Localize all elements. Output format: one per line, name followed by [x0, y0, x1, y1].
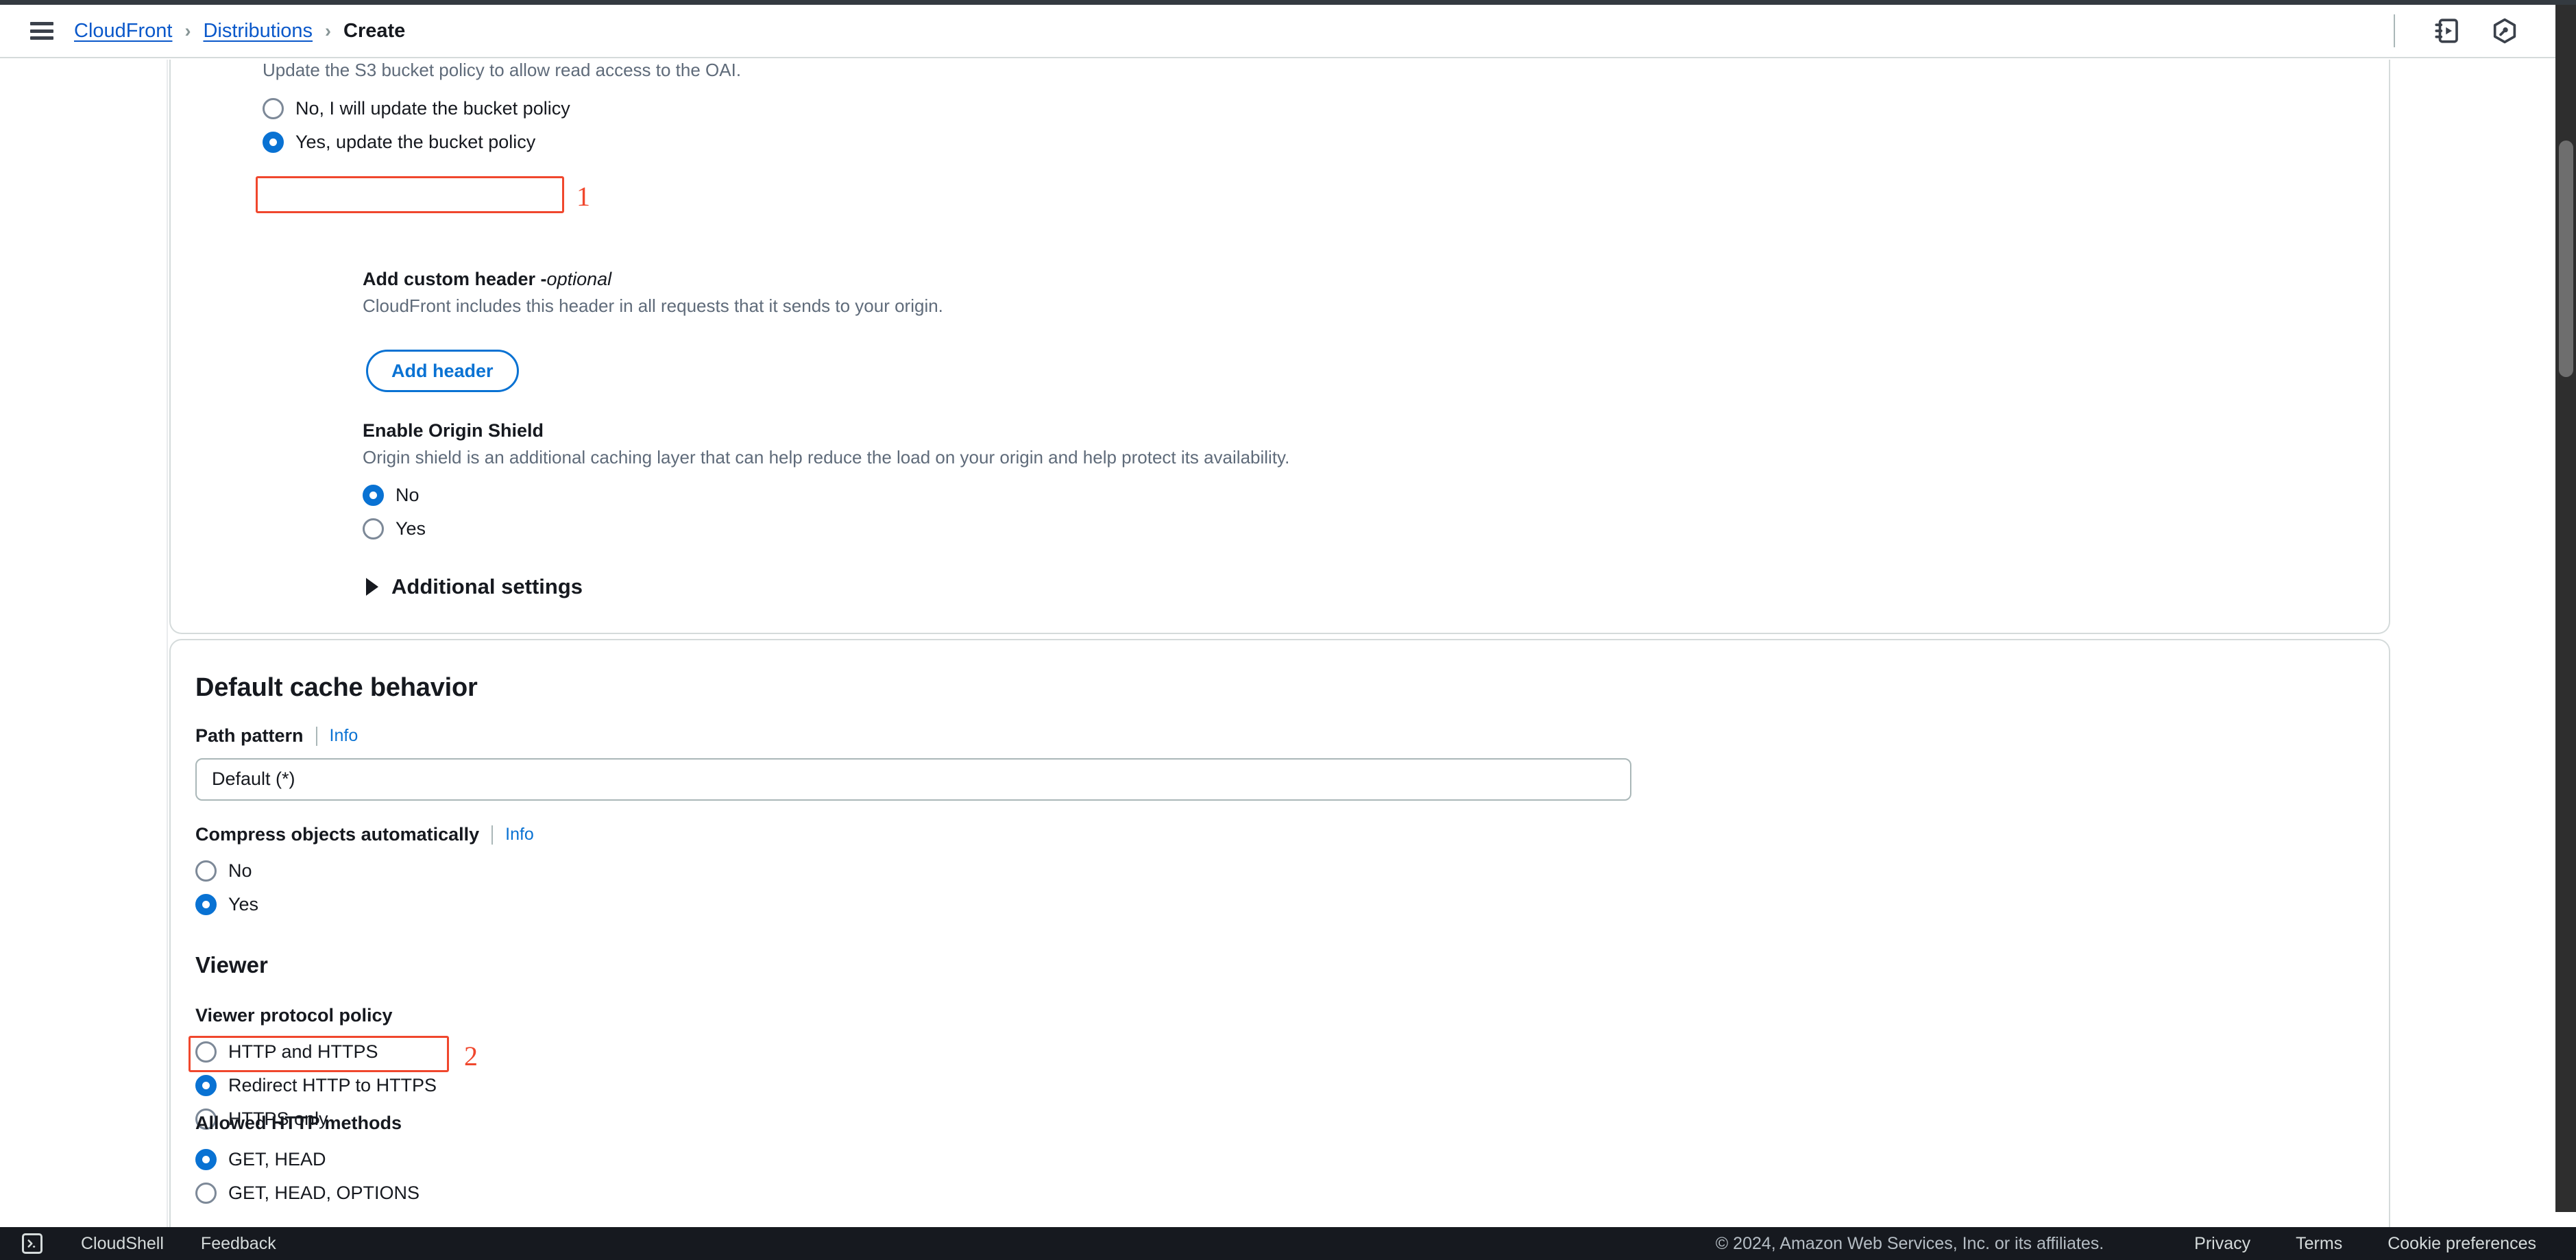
viewer-protocol-option-redirect-http-to-https-label: Redirect HTTP to HTTPS: [228, 1074, 437, 1095]
compress-objects-info-link[interactable]: Info: [505, 824, 534, 845]
browser-top-edge: [0, 0, 2576, 5]
additional-settings-label: Additional settings: [391, 574, 583, 598]
origin-shield-option-yes[interactable]: Yes: [363, 513, 1289, 545]
viewer-section-title: Viewer: [195, 952, 268, 978]
radio-indicator[interactable]: [195, 860, 217, 882]
breadcrumb-item-create: Create: [343, 19, 406, 42]
annotation-highlight-box-1: [256, 176, 564, 213]
cloudshell-icon: [22, 1233, 42, 1254]
allowed-methods-option-get-head-label: GET, HEAD: [228, 1148, 326, 1170]
origin-shield-description: Origin shield is an additional caching l…: [363, 446, 1290, 468]
copyright-text: © 2024, Amazon Web Services, Inc. or its…: [1715, 1233, 2104, 1253]
bucket-policy-description: Update the S3 bucket policy to allow rea…: [263, 60, 742, 80]
radio-indicator[interactable]: [195, 893, 217, 915]
default-cache-behavior-card: Default cache behavior Path pattern Info…: [169, 639, 2390, 1227]
top-navigation-bar: CloudFront › Distributions › Create: [0, 5, 2576, 58]
label-divider: [491, 825, 494, 845]
privacy-link[interactable]: Privacy: [2194, 1234, 2250, 1254]
allowed-http-methods-label: Allowed HTTP methods: [195, 1113, 402, 1133]
path-pattern-input[interactable]: [195, 758, 1631, 801]
annotation-number-1: 1: [576, 181, 590, 212]
cloudshell-label: CloudShell: [81, 1233, 164, 1253]
viewer-protocol-option-http-and-https-label: HTTP and HTTPS: [228, 1041, 378, 1062]
custom-header-description: CloudFront includes this header in all r…: [363, 295, 943, 316]
compress-objects-label: Compress objects automatically Info: [195, 823, 534, 847]
breadcrumb: CloudFront › Distributions › Create: [74, 20, 405, 43]
viewer-protocol-option-http-and-https[interactable]: HTTP and HTTPS: [195, 1036, 437, 1068]
custom-header-label: Add custom header - optional: [363, 268, 943, 291]
footer-left-group: CloudShell Feedback: [0, 1233, 276, 1254]
radio-indicator[interactable]: [263, 131, 284, 153]
cache-behavior-title: Default cache behavior: [195, 673, 478, 702]
viewer-protocol-option-redirect-http-to-https[interactable]: Redirect HTTP to HTTPS: [195, 1069, 437, 1102]
compress-option-yes-label: Yes: [228, 893, 259, 914]
allowed-methods-option-get-head-options-label: GET, HEAD, OPTIONS: [228, 1182, 420, 1203]
path-pattern-info-link[interactable]: Info: [330, 725, 359, 747]
origin-shield-option-no-label: No: [396, 484, 420, 505]
custom-header-optional-suffix: optional: [546, 269, 612, 289]
radio-indicator[interactable]: [195, 1041, 217, 1063]
custom-header-label-text: Add custom header -: [363, 269, 547, 289]
page-scrollbar-thumb[interactable]: [2559, 141, 2573, 377]
radio-indicator[interactable]: [195, 1182, 217, 1204]
main-content-scroll-area: Bucket policy Update the S3 bucket polic…: [0, 60, 2555, 1227]
bucket-policy-option-yes[interactable]: Yes, update the bucket policy: [263, 126, 741, 158]
add-header-button[interactable]: Add header: [366, 350, 519, 392]
hamburger-menu-icon[interactable]: [30, 22, 53, 40]
page-scrollbar[interactable]: [2555, 5, 2576, 1212]
side-panel-divider: [167, 60, 168, 1227]
compress-objects-label-text: Compress objects automatically: [195, 824, 480, 845]
radio-indicator[interactable]: [363, 484, 384, 506]
cloudshell-button[interactable]: CloudShell: [12, 1233, 173, 1254]
origin-settings-card: Bucket policy Update the S3 bucket polic…: [169, 60, 2390, 634]
compress-option-no[interactable]: No: [195, 855, 534, 887]
allowed-methods-option-get-head[interactable]: GET, HEAD: [195, 1143, 420, 1176]
page-footer: CloudShell Feedback © 2024, Amazon Web S…: [0, 1227, 2576, 1260]
radio-indicator[interactable]: [195, 1074, 217, 1096]
cookie-preferences-link[interactable]: Cookie preferences: [2387, 1234, 2536, 1254]
origin-shield-option-no[interactable]: No: [363, 479, 1289, 511]
label-divider: [315, 726, 317, 746]
origin-shield-label: Enable Origin Shield: [363, 420, 544, 441]
footer-right-group: © 2024, Amazon Web Services, Inc. or its…: [1716, 1234, 2576, 1254]
breadcrumb-item-distributions[interactable]: Distributions: [203, 20, 313, 43]
allowed-methods-option-get-head-options[interactable]: GET, HEAD, OPTIONS: [195, 1177, 420, 1209]
bucket-policy-option-no-label: No, I will update the bucket policy: [295, 97, 570, 119]
radio-indicator[interactable]: [363, 518, 384, 540]
compress-option-yes[interactable]: Yes: [195, 888, 534, 921]
additional-settings-expander[interactable]: Additional settings: [366, 574, 583, 599]
breadcrumb-separator-1: ›: [184, 20, 191, 41]
bucket-policy-option-yes-label: Yes, update the bucket policy: [295, 131, 536, 152]
notebook-play-icon[interactable]: [2428, 12, 2466, 50]
bucket-policy-option-no[interactable]: No, I will update the bucket policy: [263, 93, 741, 125]
terms-link[interactable]: Terms: [2296, 1234, 2342, 1254]
toolbar-divider: [2394, 14, 2395, 47]
path-pattern-label: Path pattern Info: [195, 725, 1631, 748]
radio-indicator[interactable]: [263, 97, 284, 119]
top-navigation-actions: [2394, 5, 2576, 57]
origin-shield-option-yes-label: Yes: [396, 518, 426, 539]
breadcrumb-item-cloudfront[interactable]: CloudFront: [74, 20, 172, 43]
annotation-number-2: 2: [464, 1041, 478, 1071]
hexagon-assistant-icon[interactable]: [2486, 12, 2524, 50]
radio-indicator[interactable]: [195, 1148, 217, 1170]
compress-option-no-label: No: [228, 860, 252, 881]
feedback-link[interactable]: Feedback: [201, 1234, 276, 1254]
viewer-protocol-policy-label: Viewer protocol policy: [195, 1005, 393, 1026]
chevron-right-icon: [366, 578, 378, 596]
path-pattern-label-text: Path pattern: [195, 725, 304, 746]
breadcrumb-separator-2: ›: [325, 20, 332, 41]
